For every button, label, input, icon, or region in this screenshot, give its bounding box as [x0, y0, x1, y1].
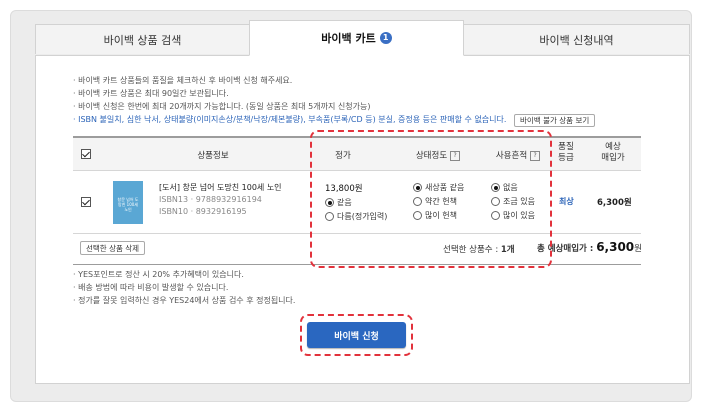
delete-selected-button[interactable]: 선택한 상품 삭제	[80, 241, 146, 255]
notice-item: · 바이백 카트 상품들의 품질을 체크하신 후 바이백 신청 해주세요.	[73, 76, 293, 85]
book-cover-text: 창문 넘어 도망친 100세 노인	[117, 197, 139, 212]
select-all-checkbox[interactable]	[81, 149, 91, 159]
item-isbn10: ISBN10 · 8932916195	[159, 207, 247, 216]
tab-history[interactable]: 바이백 신청내역	[463, 24, 690, 54]
expected-price: 6,300원	[597, 198, 632, 208]
view-unavailable-button[interactable]: 바이백 불가 상품 보기	[514, 114, 596, 127]
buyback-apply-button[interactable]: 바이백 신청	[307, 322, 406, 348]
notice-item: · ISBN 불일치, 심한 낙서, 상태불량(이미지손상/분책/낙장/제본불량…	[73, 115, 507, 124]
footer-notice-list: · YES포인트로 정산 시 20% 추가혜택이 있습니다. · 배송 방법에 …	[73, 268, 295, 307]
col-product: 상품정보	[197, 151, 229, 161]
cart-notice-list: · 바이백 카트 상품들의 품질을 체크하신 후 바이백 신청 해주세요. · …	[73, 74, 506, 126]
notice-item: · 배송 방법에 따라 비용이 발생할 수 있습니다.	[73, 283, 229, 292]
col-expected-price: 예상 매입가	[601, 142, 625, 163]
notice-item: · 바이백 카트 상품은 최대 90일간 보관됩니다.	[73, 89, 229, 98]
notice-item: · 바이백 신청은 한번에 최대 20개까지 가능합니다. (동일 상품은 최대…	[73, 102, 371, 111]
tab-search[interactable]: 바이백 상품 검색	[35, 24, 250, 54]
highlight-options-box	[310, 130, 552, 268]
col-quality-grade: 품질 등급	[558, 142, 574, 163]
item-isbn13: ISBN13 · 9788932916194	[159, 195, 262, 204]
tab-cart[interactable]: 바이백 카트 1	[249, 20, 464, 56]
notice-item: · YES포인트로 정산 시 20% 추가혜택이 있습니다.	[73, 270, 244, 279]
cart-count-badge: 1	[379, 32, 392, 44]
item-title-link[interactable]: [도서] 창문 넘어 도망친 100세 노인	[159, 182, 282, 193]
tab-bar: 바이백 상품 검색 바이백 신청내역 바이백 카트 1	[35, 20, 690, 56]
notice-item: · 정가를 잘못 입력하신 경우 YES24에서 상품 검수 후 정정됩니다.	[73, 296, 296, 305]
total-expected-price: 총 예상매입가 : 6,300원	[537, 240, 642, 254]
item-checkbox[interactable]	[81, 197, 91, 207]
book-cover-image[interactable]: 창문 넘어 도망친 100세 노인	[113, 181, 143, 224]
quality-grade: 최상	[559, 197, 574, 206]
